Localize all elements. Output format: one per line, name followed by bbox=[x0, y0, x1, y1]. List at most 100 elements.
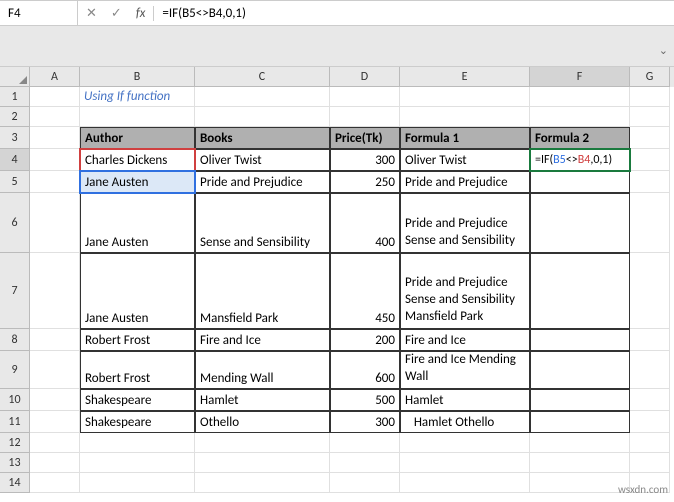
table-cell[interactable] bbox=[530, 253, 630, 329]
row-header-10[interactable]: 10 bbox=[0, 389, 30, 411]
table-cell[interactable]: Hamlet bbox=[400, 389, 530, 411]
table-cell[interactable]: 500 bbox=[330, 389, 400, 411]
table-header[interactable]: Formula 1 bbox=[400, 127, 530, 149]
table-cell[interactable]: Pride and Prejudice bbox=[195, 171, 330, 193]
table-header[interactable]: Price(Tk) bbox=[330, 127, 400, 149]
cell[interactable] bbox=[30, 253, 80, 329]
cell[interactable] bbox=[30, 473, 80, 493]
cell[interactable] bbox=[30, 171, 80, 193]
cell[interactable] bbox=[400, 87, 530, 107]
col-header-e[interactable]: E bbox=[400, 67, 530, 87]
table-cell[interactable]: 200 bbox=[330, 329, 400, 351]
table-cell[interactable] bbox=[530, 389, 630, 411]
cell[interactable] bbox=[330, 433, 400, 453]
cell[interactable] bbox=[80, 473, 195, 493]
cell[interactable] bbox=[195, 107, 330, 127]
cell[interactable] bbox=[530, 107, 630, 127]
col-header-a[interactable]: A bbox=[30, 67, 80, 87]
table-cell[interactable]: Fire and Ice bbox=[400, 329, 530, 351]
cell[interactable] bbox=[330, 87, 400, 107]
table-cell[interactable]: 300 bbox=[330, 149, 400, 171]
cell[interactable] bbox=[195, 87, 330, 107]
table-cell[interactable]: Mending Wall bbox=[195, 351, 330, 389]
table-cell[interactable]: Pride and Prejudice Sense and Sensibilit… bbox=[400, 193, 530, 253]
title-cell[interactable]: Using If function bbox=[80, 87, 195, 107]
cell[interactable] bbox=[30, 433, 80, 453]
table-cell[interactable]: 300 bbox=[330, 411, 400, 433]
cell[interactable] bbox=[630, 253, 670, 329]
table-header[interactable]: Formula 2 bbox=[530, 127, 630, 149]
row-header-6[interactable]: 6 bbox=[0, 193, 30, 253]
table-header[interactable]: Author bbox=[80, 127, 195, 149]
cell[interactable] bbox=[630, 127, 670, 149]
table-cell[interactable]: Jane Austen bbox=[80, 193, 195, 253]
cell[interactable] bbox=[30, 389, 80, 411]
cell[interactable] bbox=[630, 149, 670, 171]
table-cell[interactable]: Oliver Twist bbox=[400, 149, 530, 171]
row-header-4[interactable]: 4 bbox=[0, 149, 30, 171]
cell[interactable] bbox=[530, 433, 630, 453]
table-cell[interactable]: Pride and Prejudice bbox=[400, 171, 530, 193]
cell[interactable] bbox=[530, 473, 630, 493]
row-header-9[interactable]: 9 bbox=[0, 351, 30, 389]
col-header-f[interactable]: F bbox=[530, 67, 630, 87]
table-cell[interactable]: 250 bbox=[330, 171, 400, 193]
table-cell[interactable]: Shakespeare bbox=[80, 411, 195, 433]
ref-cell-b4[interactable]: Charles Dickens bbox=[80, 149, 195, 171]
col-header-g[interactable]: G bbox=[630, 67, 670, 87]
row-header-8[interactable]: 8 bbox=[0, 329, 30, 351]
table-cell[interactable]: 450 bbox=[330, 253, 400, 329]
table-cell[interactable]: Hamlet bbox=[195, 389, 330, 411]
cell[interactable] bbox=[330, 453, 400, 473]
cell[interactable] bbox=[30, 351, 80, 389]
cell[interactable] bbox=[630, 389, 670, 411]
expand-formula-bar-icon[interactable]: ⌄ bbox=[659, 44, 668, 57]
cell[interactable] bbox=[30, 453, 80, 473]
row-header-3[interactable]: 3 bbox=[0, 127, 30, 149]
cell[interactable] bbox=[530, 453, 630, 473]
table-cell[interactable]: Sense and Sensibility bbox=[195, 193, 330, 253]
cell[interactable] bbox=[30, 329, 80, 351]
table-cell[interactable]: 400 bbox=[330, 193, 400, 253]
table-cell[interactable]: Shakespeare bbox=[80, 389, 195, 411]
col-header-b[interactable]: B bbox=[80, 67, 195, 87]
cell[interactable] bbox=[400, 453, 530, 473]
cell[interactable] bbox=[630, 411, 670, 433]
table-cell[interactable] bbox=[530, 411, 630, 433]
cell[interactable] bbox=[30, 87, 80, 107]
cell[interactable] bbox=[630, 329, 670, 351]
row-header-13[interactable]: 13 bbox=[0, 453, 30, 473]
row-header-2[interactable]: 2 bbox=[0, 107, 30, 127]
cell[interactable] bbox=[30, 107, 80, 127]
name-box[interactable]: F4 bbox=[0, 1, 78, 25]
cell[interactable] bbox=[400, 473, 530, 493]
cell[interactable] bbox=[30, 411, 80, 433]
table-cell[interactable]: Mansfield Park bbox=[195, 253, 330, 329]
table-cell[interactable]: Oliver Twist bbox=[195, 149, 330, 171]
cell[interactable] bbox=[630, 351, 670, 389]
table-cell[interactable]: Hamlet Othello bbox=[400, 411, 530, 433]
table-cell[interactable] bbox=[530, 351, 630, 389]
cell[interactable] bbox=[80, 453, 195, 473]
table-cell[interactable]: Robert Frost bbox=[80, 351, 195, 389]
row-header-11[interactable]: 11 bbox=[0, 411, 30, 433]
cell[interactable] bbox=[630, 453, 670, 473]
cell[interactable] bbox=[400, 433, 530, 453]
cell[interactable] bbox=[195, 453, 330, 473]
row-header-1[interactable]: 1 bbox=[0, 87, 30, 107]
row-header-7[interactable]: 7 bbox=[0, 253, 30, 329]
cell[interactable] bbox=[80, 107, 195, 127]
table-cell[interactable]: Robert Frost bbox=[80, 329, 195, 351]
accept-icon[interactable]: ✓ bbox=[111, 6, 122, 21]
fx-icon[interactable]: fx bbox=[136, 6, 146, 21]
table-cell[interactable]: 600 bbox=[330, 351, 400, 389]
formula-input[interactable]: =IF(B5<>B4,0,1) bbox=[154, 1, 674, 25]
cell[interactable] bbox=[30, 149, 80, 171]
cell[interactable] bbox=[630, 433, 670, 453]
cell[interactable] bbox=[630, 87, 670, 107]
table-cell[interactable]: Pride and Prejudice Sense and Sensibilit… bbox=[400, 253, 530, 329]
cell[interactable] bbox=[630, 193, 670, 253]
cell[interactable] bbox=[30, 127, 80, 149]
table-header[interactable]: Books bbox=[195, 127, 330, 149]
row-header-5[interactable]: 5 bbox=[0, 171, 30, 193]
